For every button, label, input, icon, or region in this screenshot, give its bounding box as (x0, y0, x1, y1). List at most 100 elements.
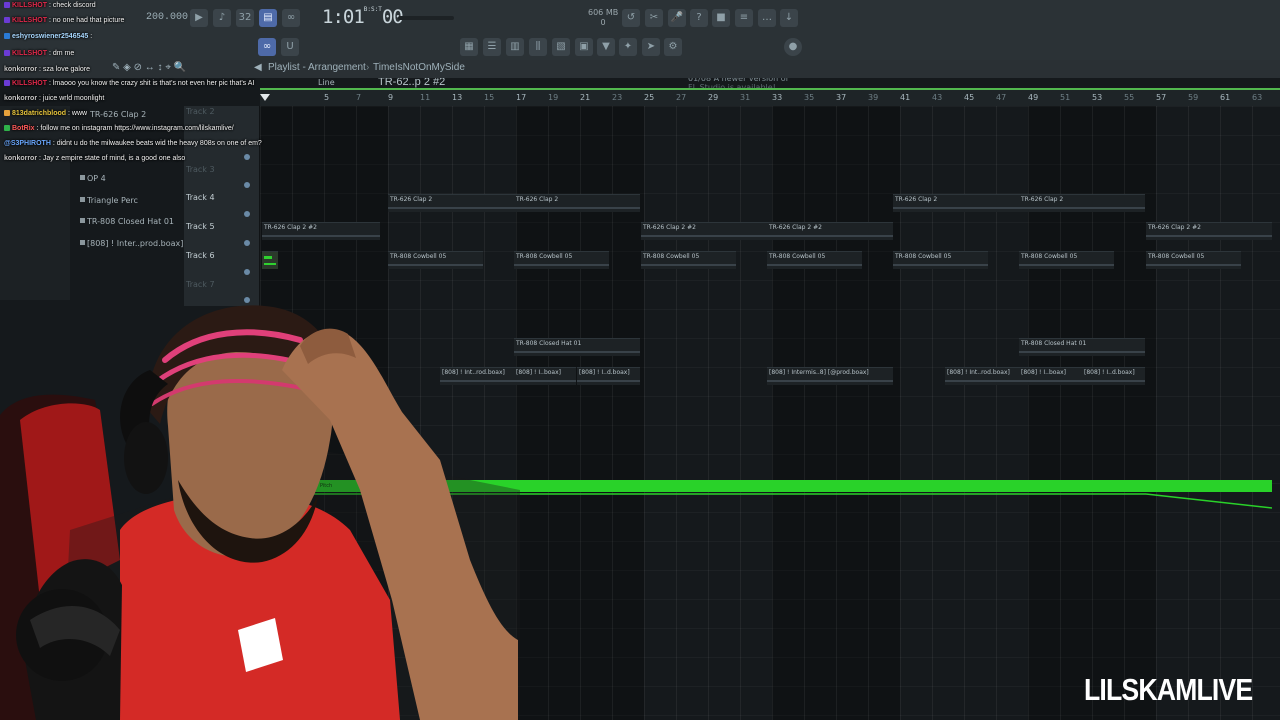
clip[interactable]: TR-626 Clap 2 #2 (641, 222, 767, 240)
ruler-tick: 41 (900, 93, 911, 102)
ruler-tick: 47 (996, 93, 1007, 102)
chat-icon[interactable]: … (758, 9, 776, 27)
clip-label: TR-808 Cowbell 05 (1148, 253, 1205, 260)
chat-user[interactable]: eshyroswiener2546545 (12, 33, 88, 40)
clip[interactable]: TR-626 Clap 2 #2 (767, 222, 893, 240)
clip[interactable]: [808] ! I..boax] (514, 367, 576, 385)
mixer-sliders-icon[interactable]: ⫼ (529, 38, 547, 56)
clip-bar (1019, 264, 1114, 266)
clip[interactable]: TR-626 Clap 2 (514, 194, 640, 212)
track-mute-icon[interactable] (244, 211, 250, 217)
pattern-item[interactable]: TR-808 Closed Hat 01 (72, 211, 184, 233)
track-mute-icon[interactable] (244, 182, 250, 188)
pattern-label: Triangle Perc (87, 195, 138, 205)
chat-user[interactable]: konkorror (4, 95, 37, 102)
channel-rack-icon[interactable]: ☰ (483, 38, 501, 56)
download-icon[interactable]: ↓ (780, 9, 798, 27)
save-icon[interactable]: ■ (712, 9, 730, 27)
clip-label: [808] ! Intermis..8] [@prod.boax] (769, 369, 869, 376)
webcam-overlay (0, 300, 520, 720)
pattern-item[interactable]: Triangle Perc (72, 190, 184, 212)
snap-mode-select[interactable]: Line (318, 78, 335, 87)
clip-bar (641, 235, 767, 237)
pattern-item[interactable]: OP 4 (72, 168, 184, 190)
clip[interactable]: [808] ! I..d.boax] (1082, 367, 1145, 385)
clip-bar (577, 380, 640, 382)
track-name[interactable]: Track 6 (186, 251, 215, 260)
track-mute-icon[interactable] (244, 240, 250, 246)
clip[interactable]: [808] ! I..boax] (1019, 367, 1082, 385)
clip-selected[interactable] (262, 251, 278, 269)
subscriber-badge-icon (4, 110, 10, 116)
memory-sub: 0 (600, 18, 606, 27)
chat-text: check discord (52, 2, 96, 9)
clip-bar (1146, 235, 1272, 237)
ruler-tick: 35 (804, 93, 815, 102)
chat-user[interactable]: KILLSHOT (12, 17, 47, 24)
chat-user[interactable]: BotRix (12, 125, 35, 132)
clip[interactable]: TR-626 Clap 2 (1019, 194, 1145, 212)
mixer-icon[interactable]: ≡ (735, 9, 753, 27)
clip[interactable]: TR-808 Cowbell 05 (514, 251, 609, 269)
settings-icon[interactable]: ⚙ (664, 38, 682, 56)
clip[interactable]: TR-808 Cowbell 05 (893, 251, 988, 269)
chat-user[interactable]: 813datrichblood (12, 110, 66, 117)
chat-user[interactable]: konkorror (4, 66, 37, 73)
clip[interactable]: TR-626 Clap 2 #2 (1146, 222, 1272, 240)
undo-icon[interactable]: ↺ (622, 9, 640, 27)
clip-bar (1019, 380, 1082, 382)
chat-user[interactable]: @S3PHIROTH (4, 140, 51, 147)
plugin-icon[interactable]: ▼ (597, 38, 615, 56)
online-icon[interactable]: ● (784, 38, 802, 56)
clip-label: TR-808 Cowbell 05 (895, 253, 952, 260)
clip-label: TR-626 Clap 2 #2 (264, 224, 317, 231)
clip[interactable]: TR-626 Clap 2 (893, 194, 1019, 212)
clip[interactable]: TR-808 Closed Hat 01 (514, 338, 640, 356)
chat-message: @S3PHIROTH : didnt u do the milwaukee be… (4, 140, 262, 147)
memory-usage: 606 MB 0 (588, 8, 618, 28)
clip[interactable]: TR-626 Clap 2 #2 (262, 222, 380, 240)
track-name[interactable]: Track 4 (186, 193, 215, 202)
clip[interactable]: TR-808 Cowbell 05 (641, 251, 736, 269)
chat-user[interactable]: KILLSHOT (12, 50, 47, 57)
ruler-tick: 43 (932, 93, 943, 102)
subscriber-badge-icon (4, 33, 10, 39)
chat-user[interactable]: KILLSHOT (12, 2, 47, 9)
help-icon[interactable]: ? (690, 9, 708, 27)
chat-message: BotRix : follow me on instagram https://… (4, 125, 234, 132)
clip[interactable]: TR-808 Closed Hat 01 (1019, 338, 1145, 356)
clip[interactable]: TR-808 Cowbell 05 (1019, 251, 1114, 269)
browser-icon[interactable]: ▦ (460, 38, 478, 56)
subscriber-badge-icon (4, 2, 10, 8)
clip[interactable]: [808] ! Int..rod.boax] (945, 367, 1019, 385)
clip[interactable]: TR-808 Cowbell 05 (767, 251, 862, 269)
project-icon[interactable]: ▣ (575, 38, 593, 56)
streamer-watermark: LILSKAMLIVE (1084, 672, 1253, 707)
clip-bar (893, 264, 988, 266)
clip[interactable]: [808] ! Intermis..8] [@prod.boax] (767, 367, 893, 385)
timeline-ruler[interactable]: 5 7 9 11 13 15 17 19 21 23 25 27 29 31 33 35 37 39 41 43 45 4… (260, 88, 1280, 106)
master-level-meter (398, 16, 454, 20)
cursor-icon[interactable]: ➤ (642, 38, 660, 56)
track-name[interactable]: Track 7 (186, 280, 215, 289)
playlist-icon[interactable]: ▧ (552, 38, 570, 56)
pattern-item[interactable]: [808] ! Inter..prod.boax] (72, 233, 184, 255)
chat-user[interactable]: konkorror (4, 155, 37, 162)
song-time-display[interactable]: 1:01B:S:T00 (322, 6, 404, 28)
track-mute-icon[interactable] (244, 269, 250, 275)
pattern-label: [808] ! Inter..prod.boax] (87, 238, 184, 248)
touch-keyboard-icon[interactable]: ✦ (619, 38, 637, 56)
piano-roll-icon[interactable]: ▥ (506, 38, 524, 56)
pattern-list: OP 4 Triangle Perc TR-808 Closed Hat 01 … (72, 168, 184, 254)
track-name[interactable]: Track 5 (186, 222, 215, 231)
microphone-icon[interactable]: 🎤 (668, 9, 686, 27)
clip-bar (893, 207, 1019, 209)
clip-label: TR-808 Closed Hat 01 (1021, 340, 1087, 347)
clip[interactable]: TR-808 Cowbell 05 (388, 251, 483, 269)
track-name[interactable]: Track 3 (186, 165, 215, 174)
clip[interactable]: TR-808 Cowbell 05 (1146, 251, 1241, 269)
chat-user[interactable]: KILLSHOT (12, 80, 47, 87)
clip-bar (262, 235, 380, 237)
clip[interactable]: [808] ! I..d.boax] (577, 367, 640, 385)
cut-icon[interactable]: ✂ (645, 9, 663, 27)
